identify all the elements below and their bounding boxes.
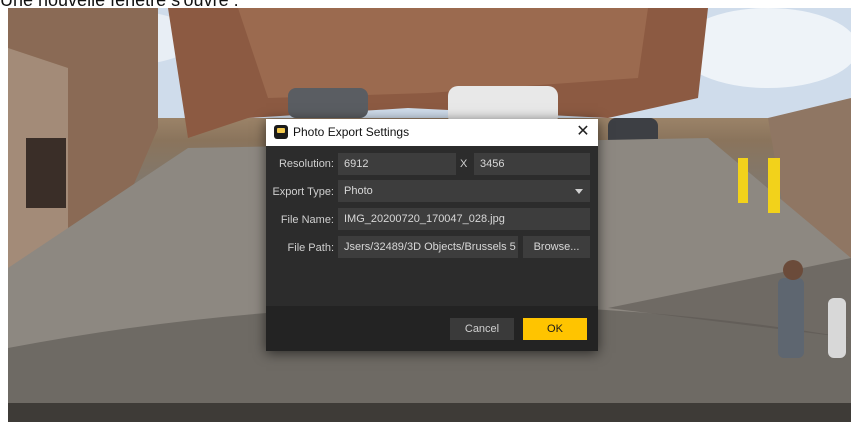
ok-button[interactable]: OK (523, 318, 587, 340)
chevron-down-icon (575, 189, 583, 194)
file-path-input[interactable]: Jsers/32489/3D Objects/Brussels 5 (338, 236, 518, 258)
resolution-height-input[interactable]: 3456 (474, 153, 590, 175)
export-type-select[interactable]: Photo (338, 180, 590, 202)
resolution-label: Resolution: (278, 158, 334, 170)
resolution-separator: X (460, 158, 468, 170)
file-path-label: File Path: (287, 242, 334, 254)
browse-button[interactable]: Browse... (523, 236, 590, 258)
cancel-button[interactable]: Cancel (450, 318, 514, 340)
file-name-input[interactable]: IMG_20200720_170047_028.jpg (338, 208, 590, 230)
photo-export-settings-dialog: Photo Export Settings ✕ Resolution: 6912… (266, 119, 598, 351)
dialog-titlebar: Photo Export Settings ✕ (266, 119, 598, 146)
export-type-label: Export Type: (272, 186, 334, 198)
close-icon[interactable]: ✕ (574, 123, 592, 141)
file-name-label: File Name: (280, 214, 334, 226)
bottom-border (0, 422, 851, 432)
export-type-value: Photo (344, 185, 373, 197)
dialog-footer: Cancel OK (266, 306, 598, 351)
app-logo-icon (274, 125, 288, 139)
resolution-width-input[interactable]: 6912 (338, 153, 456, 175)
dialog-title: Photo Export Settings (293, 125, 410, 139)
